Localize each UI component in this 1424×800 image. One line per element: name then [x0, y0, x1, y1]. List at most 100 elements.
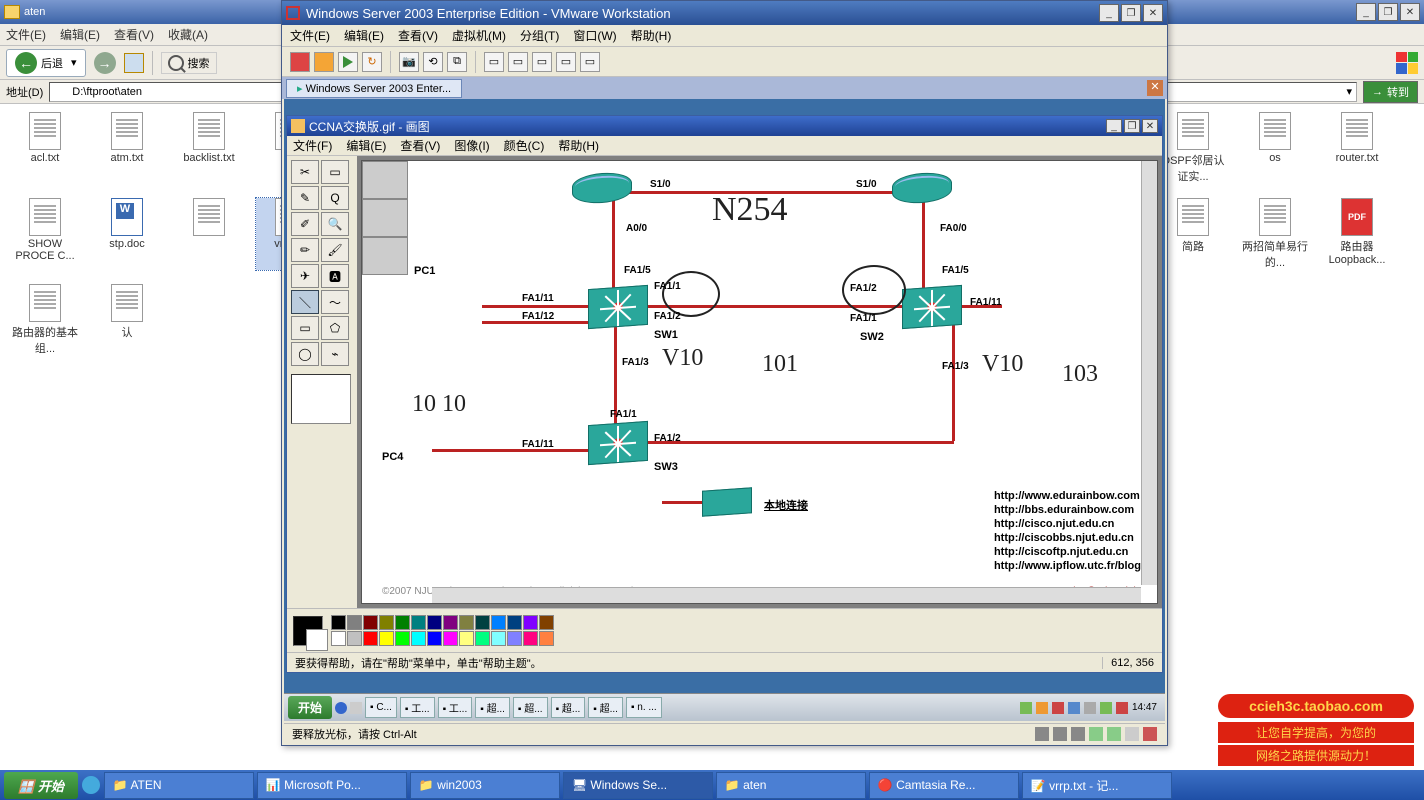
color-swatch[interactable]	[331, 631, 346, 646]
menu-item[interactable]: 帮助(H)	[631, 27, 672, 44]
paint-tool[interactable]: 🅰	[321, 264, 349, 288]
paint-tool[interactable]: 🖌	[321, 238, 349, 262]
guest-tray[interactable]: 14:47	[1016, 702, 1161, 714]
paint-tool[interactable]: ✈	[291, 264, 319, 288]
taskbar-button[interactable]: 🔴 Camtasia Re...	[869, 772, 1019, 799]
up-icon[interactable]	[124, 53, 144, 73]
menu-item[interactable]: 文件(F)	[293, 137, 332, 154]
color-swatch[interactable]	[507, 615, 522, 630]
file-item[interactable]: 路由器的基本组...	[10, 284, 80, 356]
start-button[interactable]: 🪟 开始	[4, 772, 78, 799]
taskbar-button[interactable]: ▪ 超...	[588, 697, 623, 718]
menu-item[interactable]: 收藏(A)	[168, 26, 208, 43]
color-swatch[interactable]	[427, 615, 442, 630]
paint-tool[interactable]: ▭	[321, 160, 349, 184]
paint-tool[interactable]: ⌁	[321, 342, 349, 366]
file-item[interactable]: acl.txt	[10, 112, 80, 184]
restore-button[interactable]: ❐	[1124, 119, 1140, 133]
paint-tool[interactable]: ◯	[291, 342, 319, 366]
guest-start-button[interactable]: 开始	[288, 696, 332, 719]
taskbar-button[interactable]: 🖥 Windows Se...	[563, 772, 713, 799]
paint-tool[interactable]: ✏	[291, 238, 319, 262]
minimize-button[interactable]: _	[1106, 119, 1122, 133]
taskbar-button[interactable]: ▪ 超...	[551, 697, 586, 718]
menu-item[interactable]: 文件(E)	[6, 26, 46, 43]
back-button[interactable]: ←后退▾	[6, 49, 86, 77]
view1-button[interactable]: ▭	[484, 52, 504, 72]
paint-tool[interactable]: ⬠	[321, 316, 349, 340]
snapshot-button[interactable]: 📷	[399, 52, 419, 72]
search-button[interactable]: 搜索	[161, 52, 217, 74]
ie-icon[interactable]	[82, 776, 100, 794]
guest-screen[interactable]: CCNA交换版.gif - 画图 _ ❐ ✕ 文件(F)编辑(E)查看(V)图像…	[284, 99, 1165, 721]
color-swatch[interactable]	[475, 615, 490, 630]
file-item[interactable]: stp.doc	[92, 198, 162, 270]
color-swatch[interactable]	[443, 615, 458, 630]
menu-item[interactable]: 分组(T)	[520, 27, 559, 44]
color-swatch[interactable]	[427, 631, 442, 646]
color-swatch[interactable]	[411, 631, 426, 646]
file-item[interactable]: 两招简单易行的...	[1240, 198, 1310, 270]
fg-bg-swatch[interactable]	[293, 616, 323, 646]
maximize-button[interactable]: ❐	[1121, 4, 1141, 22]
menu-item[interactable]: 帮助(H)	[558, 137, 599, 154]
forward-button[interactable]: →	[94, 52, 116, 74]
color-swatch[interactable]	[363, 631, 378, 646]
file-item[interactable]: 路由器Loopback...	[1322, 198, 1392, 270]
color-swatch[interactable]	[539, 615, 554, 630]
file-item[interactable]: OSPF邻居认证实...	[1158, 112, 1228, 184]
color-swatch[interactable]	[539, 631, 554, 646]
menu-item[interactable]: 编辑(E)	[60, 26, 100, 43]
paint-titlebar[interactable]: CCNA交换版.gif - 画图 _ ❐ ✕	[287, 116, 1162, 136]
file-item[interactable]: os	[1240, 112, 1310, 184]
color-swatch[interactable]	[443, 631, 458, 646]
menu-item[interactable]: 虚拟机(M)	[452, 27, 506, 44]
file-item[interactable]	[174, 198, 244, 270]
file-item[interactable]: 认	[92, 284, 162, 356]
color-swatch[interactable]	[507, 631, 522, 646]
taskbar-button[interactable]: 📊 Microsoft Po...	[257, 772, 407, 799]
paint-tool[interactable]: ✐	[291, 212, 319, 236]
menu-item[interactable]: 编辑(E)	[344, 27, 384, 44]
file-item[interactable]: 简路	[1158, 198, 1228, 270]
color-swatch[interactable]	[379, 631, 394, 646]
file-item[interactable]: atm.txt	[92, 112, 162, 184]
menu-item[interactable]: 查看(V)	[114, 26, 154, 43]
fullscreen-button[interactable]: ▭	[556, 52, 576, 72]
color-swatch[interactable]	[475, 631, 490, 646]
unity-button[interactable]: ▭	[580, 52, 600, 72]
color-swatch[interactable]	[523, 615, 538, 630]
color-swatch[interactable]	[395, 615, 410, 630]
ie-icon[interactable]	[335, 702, 347, 714]
file-item[interactable]: backlist.txt	[174, 112, 244, 184]
minimize-button[interactable]: _	[1099, 4, 1119, 22]
taskbar-button[interactable]: 📁 ATEN	[104, 772, 254, 799]
file-item[interactable]: SHOW PROCE C...	[10, 198, 80, 270]
play-button[interactable]	[338, 52, 358, 72]
tool-options[interactable]	[291, 374, 351, 424]
color-swatch[interactable]	[363, 615, 378, 630]
taskbar-button[interactable]: 📁 aten	[716, 772, 866, 799]
color-swatch[interactable]	[411, 615, 426, 630]
color-swatch[interactable]	[523, 631, 538, 646]
menu-item[interactable]: 图像(I)	[454, 137, 489, 154]
vscroll[interactable]	[1141, 161, 1157, 585]
taskbar-button[interactable]: 📝 vrrp.txt - 记...	[1022, 772, 1172, 799]
menu-item[interactable]: 窗口(W)	[573, 27, 616, 44]
maximize-button[interactable]: ❐	[1378, 3, 1398, 21]
paint-palette[interactable]	[287, 608, 1162, 652]
color-swatch[interactable]	[379, 615, 394, 630]
color-swatch[interactable]	[347, 631, 362, 646]
vm-tab[interactable]: ▸ Windows Server 2003 Enter...	[286, 79, 462, 98]
menu-item[interactable]: 文件(E)	[290, 27, 330, 44]
manage-button[interactable]: ⧉	[447, 52, 467, 72]
color-swatch[interactable]	[491, 615, 506, 630]
revert-button[interactable]: ⟲	[423, 52, 443, 72]
close-button[interactable]: ✕	[1400, 3, 1420, 21]
color-swatch[interactable]	[331, 615, 346, 630]
menu-item[interactable]: 颜色(C)	[504, 137, 545, 154]
menu-item[interactable]: 查看(V)	[400, 137, 440, 154]
paint-tool[interactable]: ✎	[291, 186, 319, 210]
menu-item[interactable]: 查看(V)	[398, 27, 438, 44]
minimize-button[interactable]: _	[1356, 3, 1376, 21]
